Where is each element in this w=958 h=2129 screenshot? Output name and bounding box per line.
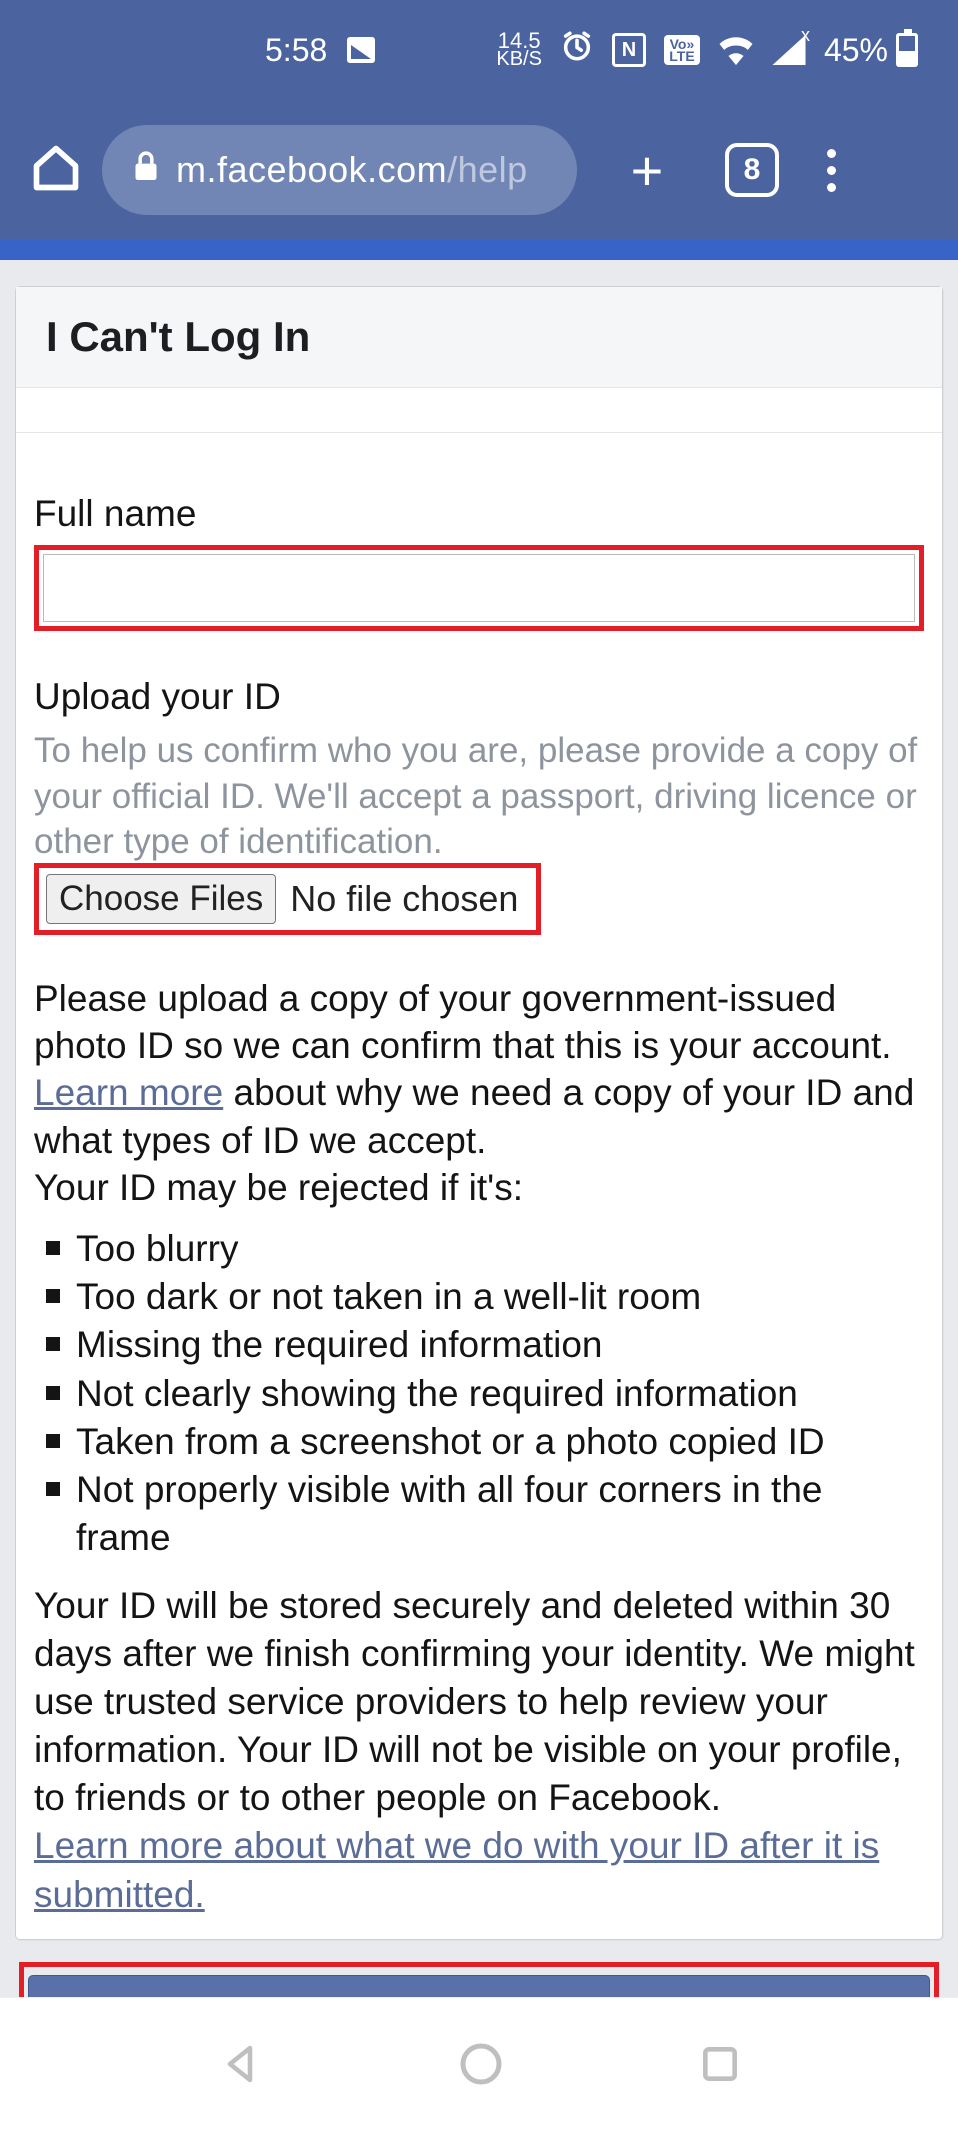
browser-menu-button[interactable] [827,149,836,192]
recents-button[interactable] [698,2042,742,2086]
highlight-box-name [34,545,924,631]
help-form-card: I Can't Log In Full name Upload your ID … [15,286,943,1940]
new-tab-button[interactable]: + [617,138,677,203]
list-item: Too dark or not taken in a well-lit room [34,1273,924,1321]
cell-signal-icon: x [772,35,806,65]
browser-toolbar: m.facebook.com/help + 8 [0,100,958,240]
net-speed-icon: 14.5 KB/S [496,32,542,68]
full-name-label: Full name [34,493,924,535]
list-item: Not clearly showing the required informa… [34,1370,924,1418]
rejection-reasons-list: Too blurry Too dark or not taken in a we… [34,1225,924,1562]
highlight-box-file: Choose Files No file chosen [34,863,541,935]
tab-switcher-button[interactable]: 8 [725,143,779,197]
back-button[interactable] [216,2040,264,2088]
android-nav-bar [0,1997,958,2129]
full-name-input[interactable] [43,554,915,622]
list-item: Taken from a screenshot or a photo copie… [34,1418,924,1466]
home-nav-button[interactable] [457,2040,505,2088]
list-item: Not properly visible with all four corne… [34,1466,924,1562]
clock-time: 5:58 [265,32,327,69]
android-status-bar: 5:58 14.5 KB/S N Vo»LTE x 45% [0,0,958,100]
battery-icon [896,33,918,67]
list-item: Missing the required information [34,1321,924,1369]
choose-files-button[interactable]: Choose Files [46,874,276,924]
file-status-text: No file chosen [290,878,518,920]
home-button[interactable] [30,142,82,199]
wifi-icon [718,35,754,65]
learn-more-storage-link[interactable]: Learn more about what we do with your ID… [34,1822,924,1918]
id-instructions-text: Please upload a copy of your government-… [34,975,924,1212]
upload-id-label: Upload your ID [34,676,924,718]
picture-icon [347,37,375,63]
learn-more-link[interactable]: Learn more [34,1072,223,1113]
list-item: Too blurry [34,1225,924,1273]
fb-header-strip [0,240,958,260]
section-divider [16,388,942,433]
upload-id-help-text: To help us confirm who you are, please p… [34,728,924,865]
volte-icon: Vo»LTE [664,35,700,65]
url-bar[interactable]: m.facebook.com/help [102,125,577,215]
battery-indicator: 45% [824,32,918,69]
nfc-icon: N [612,33,646,67]
url-text: m.facebook.com/help [176,149,528,191]
alarm-icon [560,29,594,71]
page-title: I Can't Log In [16,287,942,388]
lock-icon [132,149,160,192]
storage-notice-text: Your ID will be stored securely and dele… [34,1582,924,1822]
